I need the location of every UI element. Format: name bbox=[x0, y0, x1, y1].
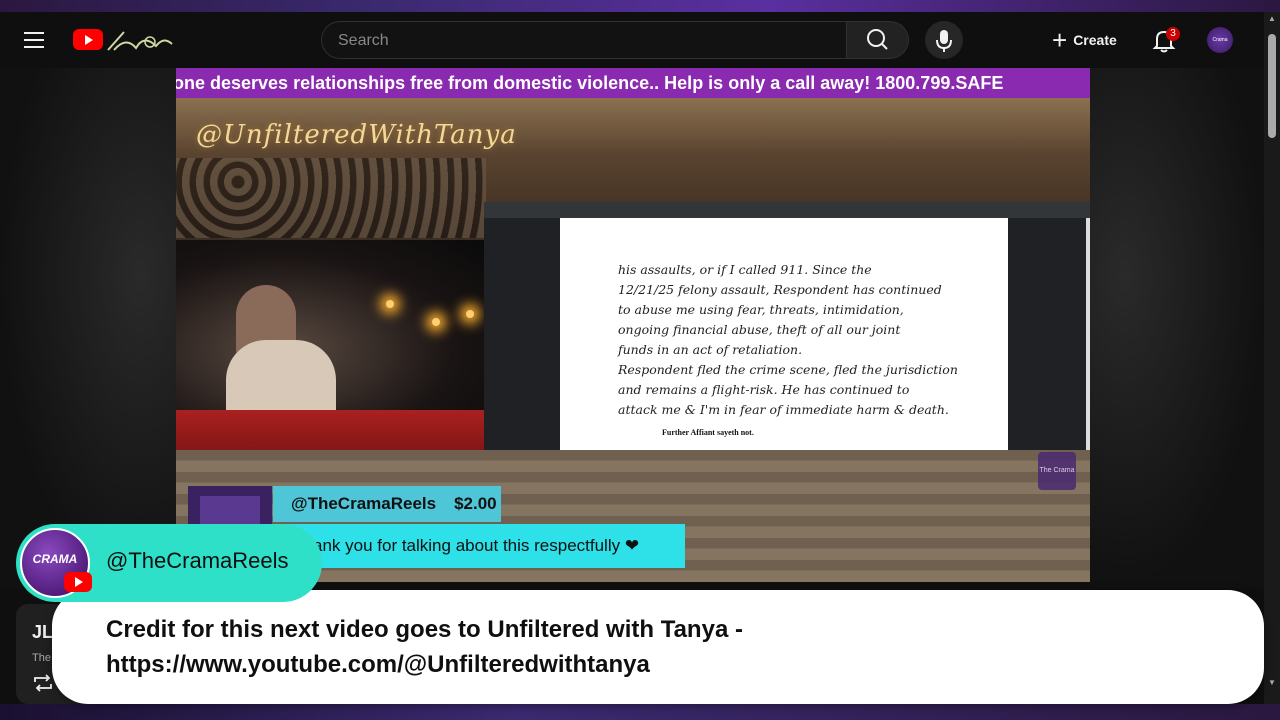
ambient-right bbox=[1090, 68, 1264, 588]
ticker-text: one deserves relationships free from dom… bbox=[176, 73, 1004, 93]
channel-avatar-text: CRAMA bbox=[32, 552, 78, 566]
candle-light bbox=[466, 310, 474, 318]
scroll-up-icon[interactable]: ▲ bbox=[1268, 14, 1276, 23]
doodle-logo-icon[interactable] bbox=[106, 26, 174, 54]
candle-light bbox=[432, 318, 440, 326]
pdf-toolbar bbox=[484, 202, 1090, 218]
video-title: JL bbox=[32, 622, 54, 642]
hamburger-icon[interactable] bbox=[24, 32, 44, 48]
search-box bbox=[321, 21, 847, 60]
repeat-icon[interactable] bbox=[32, 674, 54, 692]
top-gradient-strip bbox=[0, 0, 1280, 12]
create-label: Create bbox=[1073, 32, 1117, 48]
account-avatar[interactable]: Crama bbox=[1207, 27, 1233, 53]
overlay-handle: @UnfilteredWithTanya bbox=[196, 120, 517, 150]
doc-line: 12/21/25 felony assault, Respondent has … bbox=[618, 282, 942, 297]
donation-amount: $2.00 bbox=[454, 494, 497, 513]
scroll-down-icon[interactable]: ▼ bbox=[1268, 678, 1276, 687]
donation-header: @TheCramaReels $2.00 bbox=[273, 486, 501, 522]
voice-search-button[interactable] bbox=[925, 21, 963, 59]
document-page: his assaults, or if I called 911. Since … bbox=[560, 218, 1008, 450]
channel-name-pill: CRAMA @TheCramaReels bbox=[16, 524, 322, 602]
caption-text: Credit for this next video goes to Unfil… bbox=[106, 616, 743, 678]
candle-light bbox=[386, 300, 394, 308]
mic-icon bbox=[936, 30, 952, 52]
doc-line: and remains a flight-risk. He has contin… bbox=[618, 382, 910, 397]
scroll-thumb[interactable] bbox=[1268, 34, 1276, 138]
ambient-left bbox=[0, 68, 176, 588]
doc-line: his assaults, or if I called 911. Since … bbox=[618, 262, 872, 277]
document-viewer: his assaults, or if I called 911. Since … bbox=[484, 202, 1090, 450]
video-player[interactable]: one deserves relationships free from dom… bbox=[176, 68, 1090, 582]
channel-watermark[interactable]: The Crama bbox=[1038, 452, 1076, 490]
video-ticker: one deserves relationships free from dom… bbox=[176, 68, 1090, 98]
search-button[interactable] bbox=[847, 21, 909, 59]
caption-bubble: Credit for this next video goes to Unfil… bbox=[52, 590, 1264, 704]
plus-icon: + bbox=[1052, 25, 1068, 55]
channel-handle: @TheCramaReels bbox=[106, 548, 289, 573]
bottom-gradient-strip bbox=[0, 704, 1280, 720]
notification-badge: 3 bbox=[1166, 27, 1180, 41]
doc-typed-footer: Further Affiant sayeth not. bbox=[662, 428, 754, 437]
channel-name: The bbox=[32, 652, 51, 664]
doc-scrollbar bbox=[1086, 218, 1090, 450]
doc-line: funds in an act of retaliation. bbox=[618, 342, 803, 357]
youtube-badge-icon bbox=[64, 572, 92, 592]
donation-message: ank you for talking about this respectfu… bbox=[273, 524, 685, 568]
search-input[interactable] bbox=[336, 22, 830, 60]
page-scrollbar[interactable]: ▲ ▼ bbox=[1264, 12, 1280, 704]
webcam-feed bbox=[176, 240, 484, 410]
doc-line: to abuse me using fear, threats, intimid… bbox=[618, 302, 904, 317]
doc-line: ongoing financial abuse, theft of all ou… bbox=[618, 322, 901, 337]
doc-line: attack me & I'm in fear of immediate har… bbox=[618, 402, 949, 417]
search-icon bbox=[867, 29, 888, 50]
donation-name: @TheCramaReels bbox=[291, 494, 437, 513]
doc-line: Respondent fled the crime scene, fled th… bbox=[618, 362, 958, 377]
masthead: + Create 3 Crama bbox=[0, 12, 1264, 68]
youtube-logo-icon[interactable] bbox=[73, 29, 103, 50]
create-button[interactable]: + Create bbox=[1040, 21, 1132, 59]
